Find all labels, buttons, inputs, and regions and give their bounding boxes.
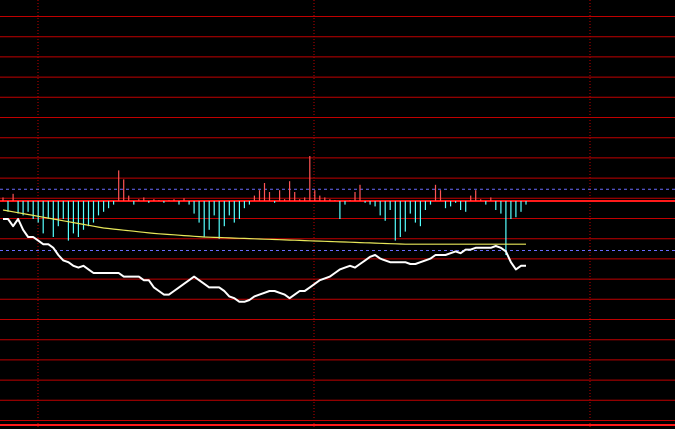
plot-background bbox=[0, 0, 675, 429]
chart bbox=[0, 0, 675, 429]
